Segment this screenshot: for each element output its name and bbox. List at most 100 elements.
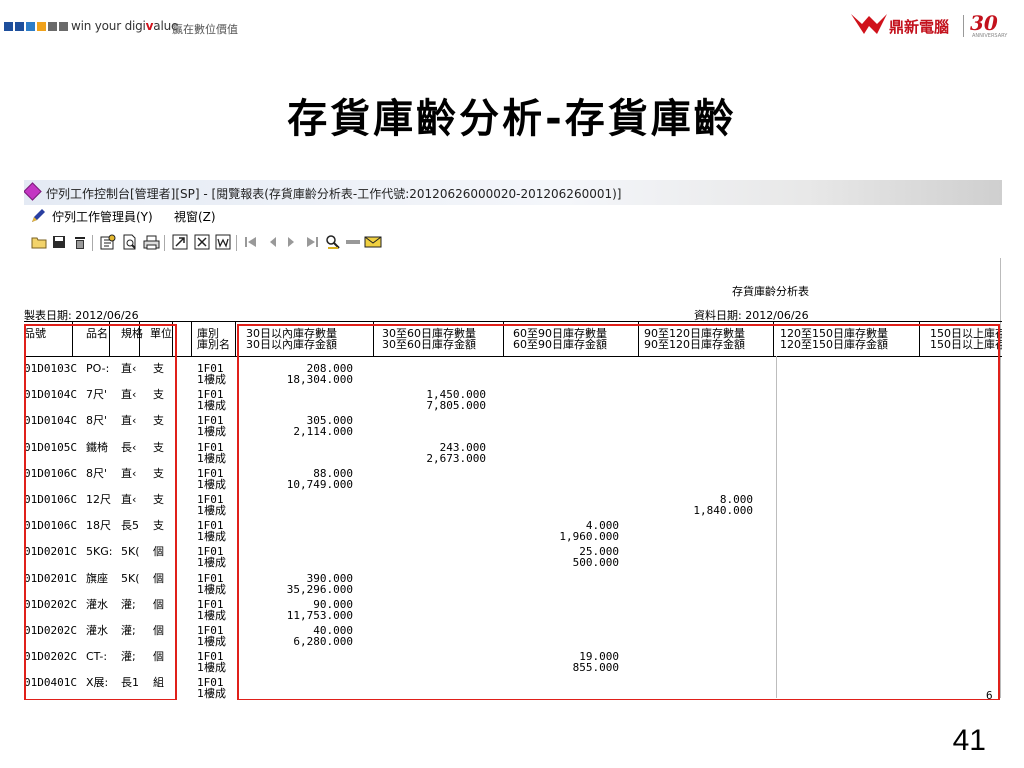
brand-square xyxy=(26,22,35,31)
cell-name: 7尺' xyxy=(86,388,108,402)
menu-queue-manager[interactable]: 佇列工作管理員(Y) xyxy=(52,208,153,225)
cell-b90a: 500.000 xyxy=(572,556,619,570)
report-title: 存貨庫齡分析表 xyxy=(732,285,809,298)
cell-loc2: 1樓成 xyxy=(197,373,226,386)
cell-name: 8尺' xyxy=(86,414,108,428)
mail-icon[interactable] xyxy=(364,233,382,251)
cell-name: PO-: xyxy=(86,362,110,375)
column-divider xyxy=(109,321,110,356)
brand-slogan-zh: 贏在數位價值 xyxy=(172,23,238,36)
cell-name: 18尺 xyxy=(86,519,111,533)
open-folder-icon[interactable] xyxy=(30,233,48,251)
cell-unit: 支 xyxy=(153,466,164,480)
cell-spec: 灌; xyxy=(121,650,136,664)
col-spec: 規格 xyxy=(121,327,143,340)
cell-b120a: 1,840.000 xyxy=(693,504,753,517)
cell-spec: 直‹ xyxy=(121,414,137,428)
col-150-amt: 120至150日庫存金額 xyxy=(780,338,888,351)
report-viewer-window: 佇列工作控制台[管理者][SP] - [閱覽報表(存貨庫齡分析表-工作代號:20… xyxy=(24,180,1002,700)
column-divider xyxy=(72,321,73,356)
cell-loc2: 1樓成 xyxy=(197,661,226,675)
page-edge-glyph: 6 xyxy=(986,689,993,700)
cell-spec: 5K( xyxy=(121,571,140,585)
cell-unit: 支 xyxy=(153,414,164,428)
col-unit: 單位 xyxy=(150,327,172,340)
menu-window[interactable]: 視窗(Z) xyxy=(174,208,216,225)
cell-spec: 直‹ xyxy=(121,362,137,375)
column-divider xyxy=(919,321,920,356)
cell-item: 01D0106C xyxy=(24,466,77,480)
cell-unit: 個 xyxy=(153,545,164,559)
properties-icon[interactable] xyxy=(99,233,117,251)
cell-item: 01D0202C xyxy=(24,650,77,664)
column-divider xyxy=(172,321,173,356)
cell-name: 8尺' xyxy=(86,466,108,480)
cell-loc2: 1樓成 xyxy=(197,635,226,648)
cell-item: 01D0201C xyxy=(24,545,77,559)
cell-name: X展: xyxy=(86,676,109,690)
cell-spec: 直‹ xyxy=(121,493,137,506)
print-preview-icon[interactable] xyxy=(121,233,139,251)
cell-spec: 長5 xyxy=(121,519,139,533)
anniversary-logo: 30 xyxy=(970,11,998,35)
cell-unit: 支 xyxy=(153,493,164,506)
cell-loc2: 1樓成 xyxy=(197,504,226,517)
cell-unit: 組 xyxy=(153,676,164,690)
slide-header: win your digivalue 贏在數位價值 鼎新電腦 30 ANNIVE… xyxy=(0,0,1024,50)
column-divider xyxy=(638,321,639,356)
column-divider xyxy=(373,321,374,356)
first-page-icon[interactable] xyxy=(242,233,260,251)
cell-item: 01D0202C xyxy=(24,597,77,611)
cell-loc2: 1樓成 xyxy=(197,425,226,439)
window-title: 佇列工作控制台[管理者][SP] - [閱覽報表(存貨庫齡分析表-工作代號:20… xyxy=(46,187,622,201)
page-number: 41 xyxy=(952,724,986,757)
cell-unit: 個 xyxy=(153,597,164,611)
find-icon[interactable] xyxy=(324,233,342,251)
delete-icon[interactable] xyxy=(71,233,89,251)
cell-b90a: 855.000 xyxy=(572,661,619,675)
header-top-rule xyxy=(24,321,1002,322)
cell-spec: 灌; xyxy=(121,597,136,611)
cell-unit: 支 xyxy=(153,362,164,375)
anniversary-label: ANNIVERSARY xyxy=(972,33,1008,39)
cell-b60q: 243.000 xyxy=(439,440,486,454)
export-word-icon[interactable] xyxy=(214,233,232,251)
export-icon[interactable] xyxy=(171,233,189,251)
cell-item: 01D0202C xyxy=(24,624,77,637)
last-page-icon[interactable] xyxy=(303,233,321,251)
cell-b30a: 18,304.000 xyxy=(286,373,353,386)
cell-spec: 5K( xyxy=(121,545,140,559)
report-toolbar xyxy=(24,229,1002,257)
minus-icon[interactable] xyxy=(344,233,362,251)
cell-name: 5KG: xyxy=(86,545,113,559)
print-icon[interactable] xyxy=(142,233,160,251)
cell-item: 01D0201C xyxy=(24,571,77,585)
col-item-no: 品號 xyxy=(24,327,46,340)
cell-unit: 個 xyxy=(153,571,164,585)
export-excel-icon[interactable] xyxy=(193,233,211,251)
cell-loc1: 1F01 xyxy=(197,440,224,454)
cell-b30a: 10,749.000 xyxy=(286,477,353,491)
col-90-amt: 60至90日庫存金額 xyxy=(513,338,607,351)
save-icon[interactable] xyxy=(50,233,68,251)
cell-loc2: 1樓成 xyxy=(197,556,226,570)
cell-item: 01D0103C xyxy=(24,362,77,375)
cell-unit: 支 xyxy=(153,519,164,533)
cell-name: 灌水 xyxy=(86,624,108,637)
col-150plus-amt: 150日以上庫存 xyxy=(930,338,1002,351)
app-diamond-icon xyxy=(24,182,42,201)
cell-item: 01D0104C xyxy=(24,414,77,428)
cell-item: 01D0105C xyxy=(24,440,77,454)
brand-square xyxy=(4,22,13,31)
company-logo-text: 鼎新電腦 xyxy=(889,18,950,36)
window-titlebar[interactable]: 佇列工作控制台[管理者][SP] - [閱覽報表(存貨庫齡分析表-工作代號:20… xyxy=(24,180,1002,205)
next-page-icon[interactable] xyxy=(282,233,300,251)
cell-spec: 灌; xyxy=(121,624,136,637)
cell-b60a: 2,673.000 xyxy=(426,451,486,465)
cell-item: 01D0106C xyxy=(24,493,77,506)
cell-spec: 長1 xyxy=(121,676,139,690)
cell-loc2: 1樓成 xyxy=(197,399,226,413)
previous-page-icon[interactable] xyxy=(264,233,282,251)
cell-loc2: 1樓成 xyxy=(197,530,226,544)
cell-unit: 個 xyxy=(153,624,164,637)
